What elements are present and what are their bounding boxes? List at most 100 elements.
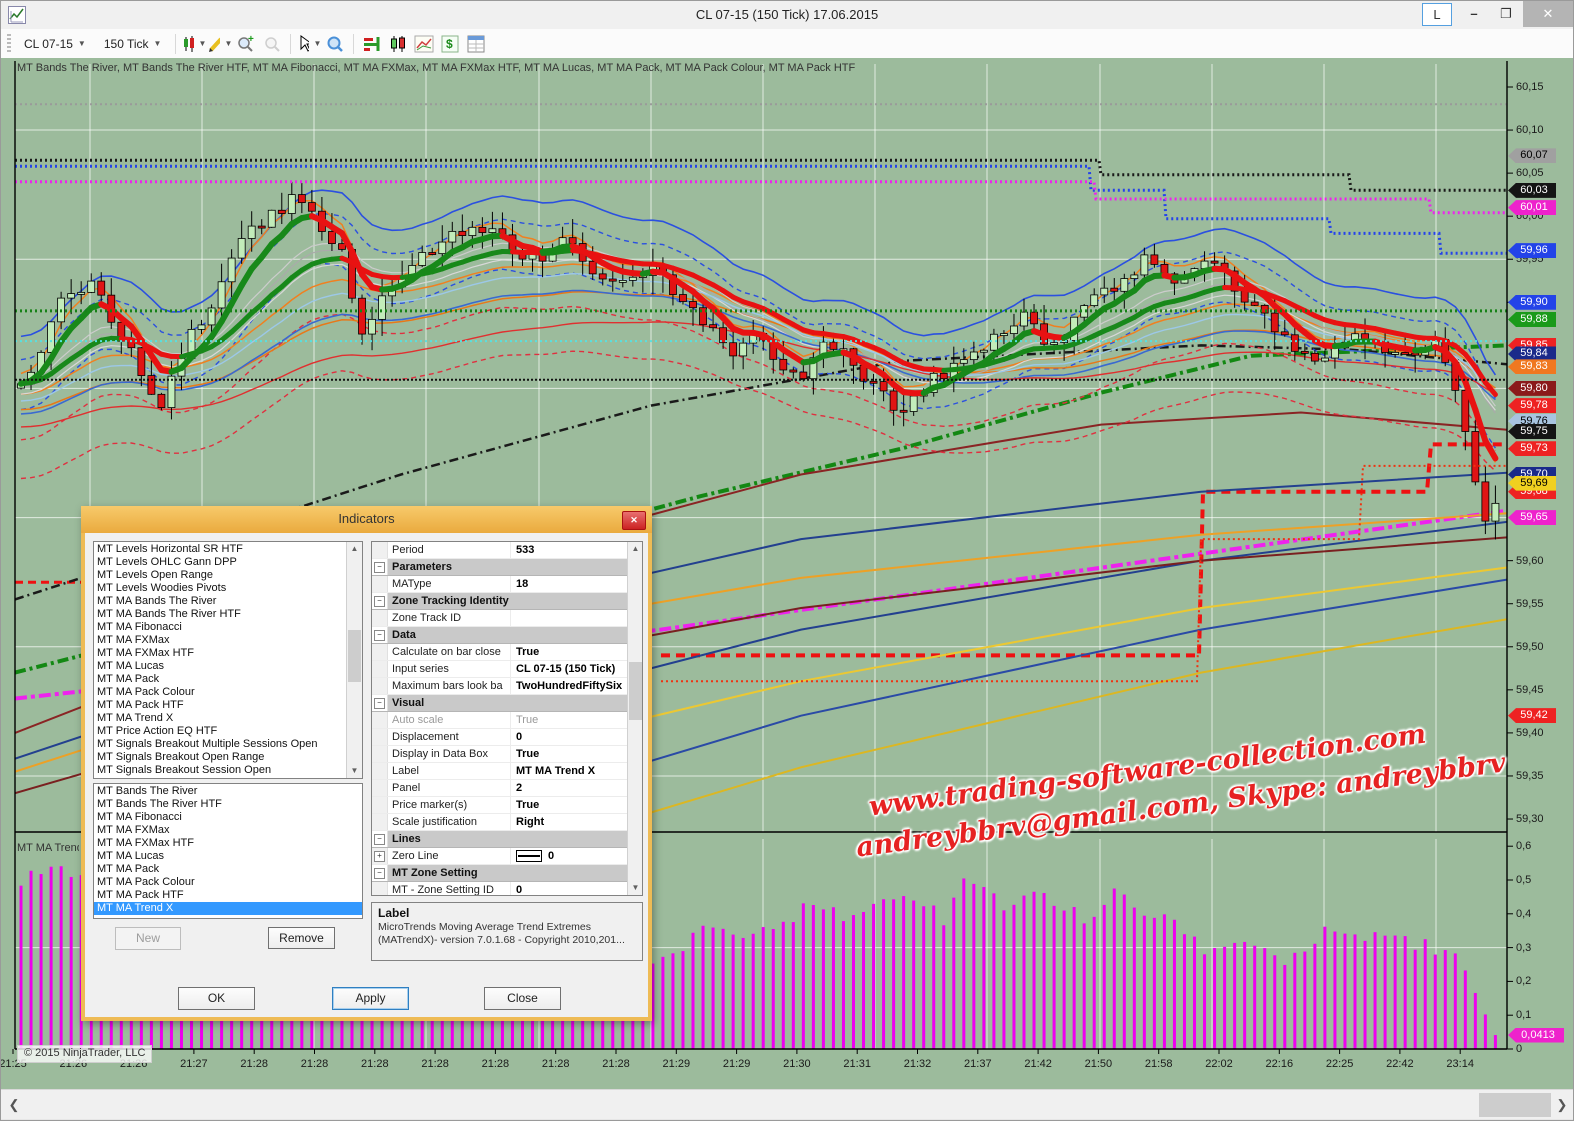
list-item[interactable]: MT Bands The River [94,785,362,798]
ok-button[interactable]: OK [178,987,255,1010]
list-item[interactable]: MT MA Pack Colour [94,876,362,889]
property-value[interactable]: TwoHundredFiftySix [511,678,628,694]
property-section-row[interactable]: −Lines [372,831,628,848]
list-item[interactable]: MT MA Fibonacci [94,621,347,634]
title-bar[interactable]: CL 07-15 (150 Tick) 17.06.2015 L – ❐ ✕ [1,1,1573,29]
property-section-row[interactable]: −Data [372,627,628,644]
list-item[interactable]: MT MA Pack Colour [94,686,347,699]
property-value[interactable]: 18 [511,576,628,592]
property-grid-scrollbar[interactable]: ▲ ▼ [627,542,642,895]
property-row[interactable]: MAType18 [372,576,628,593]
property-value[interactable]: True [511,712,628,728]
property-row[interactable]: Displacement0 [372,729,628,746]
collapse-icon[interactable]: − [374,562,385,573]
dollar-icon[interactable]: $ [438,33,462,55]
property-value[interactable]: 0 [511,848,628,864]
collapse-icon[interactable]: − [374,868,385,879]
property-value[interactable] [511,610,628,626]
property-row[interactable]: Input seriesCL 07-15 (150 Tick) [372,661,628,678]
list-item[interactable]: MT MA Pack [94,863,362,876]
scrollbar-thumb[interactable] [348,630,361,682]
maximize-button[interactable]: ❐ [1491,3,1521,26]
toolbar-grip[interactable] [7,34,11,54]
property-row[interactable]: Auto scaleTrue [372,712,628,729]
property-row[interactable]: Display in Data BoxTrue [372,746,628,763]
property-value[interactable]: 533 [511,542,628,558]
list-item[interactable]: MT MA FXMax HTF [94,647,347,660]
chart-style-icon[interactable]: ▼ [182,33,206,55]
list-item[interactable]: MT Signals Breakout Session Open [94,764,347,777]
zoom-in-icon[interactable]: + [234,33,258,55]
property-value[interactable]: True [511,746,628,762]
expand-icon[interactable]: + [374,851,385,862]
list-item[interactable]: MT MA FXMax HTF [94,837,362,850]
close-dialog-button[interactable]: Close [484,987,561,1010]
scroll-down-icon[interactable]: ▼ [628,881,643,895]
property-row[interactable]: LabelMT MA Trend X [372,763,628,780]
property-section-row[interactable]: −Zone Tracking Identity [372,593,628,610]
property-value[interactable]: MT MA Trend X [511,763,628,779]
list-item[interactable]: MT Levels Horizontal SR HTF [94,543,347,556]
candles-icon[interactable] [386,33,410,55]
property-row[interactable]: +Zero Line0 [372,848,628,865]
property-value[interactable]: Right [511,814,628,830]
scroll-right-icon[interactable]: ❯ [1553,1094,1571,1116]
selected-indicators-list[interactable]: MT Bands The RiverMT Bands The River HTF… [93,783,363,919]
property-row[interactable]: Price marker(s)True [372,797,628,814]
list-item[interactable]: MT MA Trend X [94,902,362,915]
list-item[interactable]: MT MA Pack HTF [94,699,347,712]
property-value[interactable]: 2 [511,780,628,796]
magnifier-icon[interactable] [323,33,347,55]
property-value[interactable]: CL 07-15 (150 Tick) [511,661,628,677]
property-row[interactable]: Maximum bars look baTwoHundredFiftySix [372,678,628,695]
list-item[interactable]: MT MA Pack HTF [94,889,362,902]
property-value[interactable]: 0 [511,882,628,896]
list-item[interactable]: MT MA Bands The River [94,595,347,608]
property-row[interactable]: Scale justificationRight [372,814,628,831]
list-item[interactable]: MT MA FXMax [94,824,362,837]
list-item[interactable]: MT MA Pack [94,673,347,686]
collapse-icon[interactable]: − [374,834,385,845]
list-item[interactable]: MT Levels Woodies Pivots [94,582,347,595]
property-row[interactable]: Zone Track ID [372,610,628,627]
property-value[interactable]: True [511,644,628,660]
property-row[interactable]: Calculate on bar closeTrue [372,644,628,661]
property-value[interactable]: 0 [511,729,628,745]
collapse-icon[interactable]: − [374,630,385,641]
property-value[interactable]: True [511,797,628,813]
scroll-left-icon[interactable]: ❮ [5,1094,23,1116]
scroll-up-icon[interactable]: ▲ [628,542,643,556]
data-grid-icon[interactable] [464,33,488,55]
list-item[interactable]: MT MA Lucas [94,660,347,673]
scroll-up-icon[interactable]: ▲ [347,542,362,556]
bars-panel-icon[interactable] [360,33,384,55]
cursor-icon[interactable]: ▼ [297,33,321,55]
apply-button[interactable]: Apply [332,987,409,1010]
property-section-row[interactable]: −MT Zone Setting [372,865,628,882]
instrument-dropdown[interactable]: CL 07-15▼ [17,34,93,54]
list-item[interactable]: MT MA Bands The River HTF [94,608,347,621]
interval-dropdown[interactable]: 150 Tick▼ [97,34,169,54]
scrollbar-thumb[interactable] [1479,1093,1551,1117]
dialog-title-bar[interactable]: Indicators ✕ [81,506,652,533]
property-section-row[interactable]: −Parameters [372,559,628,576]
available-indicators-list[interactable]: MT Levels Horizontal SR HTFMT Levels OHL… [93,541,363,779]
line-chart-icon[interactable] [412,33,436,55]
collapse-icon[interactable]: − [374,698,385,709]
link-button[interactable]: L [1422,3,1452,26]
list-item[interactable]: MT Levels OHLC Gann DPP [94,556,347,569]
new-button[interactable]: New [115,927,181,950]
property-grid[interactable]: Period533−ParametersMAType18−Zone Tracki… [371,541,643,896]
property-section-row[interactable]: −Visual [372,695,628,712]
list-item[interactable]: MT Signals Breakout Open Range [94,751,347,764]
minimize-button[interactable]: – [1459,3,1489,26]
remove-button[interactable]: Remove [268,927,335,949]
scrollbar-thumb[interactable] [629,662,642,720]
list-item[interactable]: MT Levels Open Range [94,569,347,582]
list-item[interactable]: MT MA Lucas [94,850,362,863]
dialog-close-button[interactable]: ✕ [622,511,646,530]
list-item[interactable]: MT MA FXMax [94,634,347,647]
list-item[interactable]: MT Signals Breakout Multiple Sessions Op… [94,738,347,751]
draw-icon[interactable]: ▼ [208,33,232,55]
property-row[interactable]: Panel2 [372,780,628,797]
